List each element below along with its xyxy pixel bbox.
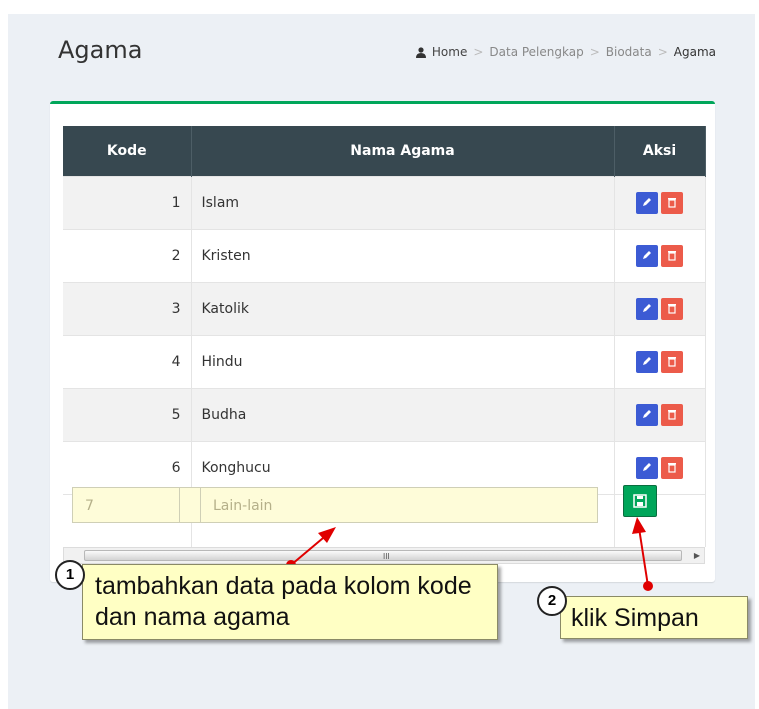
column-header-aksi: Aksi: [614, 126, 706, 177]
table-row: 5 Budha: [63, 388, 706, 442]
step-1-marker: 1: [55, 560, 85, 590]
edit-button[interactable]: [636, 404, 658, 426]
table-row: 1 Islam: [63, 176, 706, 230]
trash-icon: [668, 198, 676, 208]
trash-icon: [668, 251, 676, 261]
horizontal-scrollbar[interactable]: III ▶: [63, 547, 705, 564]
delete-button[interactable]: [661, 457, 683, 479]
callout-step-1-text: tambahkan data pada kolom kode dan nama …: [95, 572, 472, 631]
delete-button[interactable]: [661, 404, 683, 426]
cell-nama-agama: Budha: [191, 388, 615, 442]
table-header-row: Kode Nama Agama Aksi: [63, 126, 706, 177]
trash-icon: [668, 304, 676, 314]
user-icon: [415, 46, 426, 58]
pencil-icon: [643, 463, 651, 471]
pencil-icon: [643, 357, 651, 365]
callout-step-1: tambahkan data pada kolom kode dan nama …: [82, 564, 498, 640]
callout-step-2: klik Simpan: [560, 596, 748, 639]
delete-button[interactable]: [661, 298, 683, 320]
table-row: 3 Katolik: [63, 282, 706, 336]
cell-kode: 3: [63, 282, 192, 336]
cell-aksi: [614, 335, 706, 389]
trash-icon: [668, 357, 676, 367]
cell-kode: 2: [63, 229, 192, 283]
edit-button[interactable]: [636, 457, 658, 479]
edit-button[interactable]: [636, 192, 658, 214]
edit-button[interactable]: [636, 351, 658, 373]
scrollbar-thumb[interactable]: III: [84, 550, 682, 561]
table-row: 2 Kristen: [63, 229, 706, 283]
trash-icon: [668, 410, 676, 420]
breadcrumb-separator: >: [589, 45, 600, 59]
cell-aksi: [614, 388, 706, 442]
column-header-nama-agama: Nama Agama: [191, 126, 615, 177]
cell-kode: 4: [63, 335, 192, 389]
breadcrumb-data-pelengkap[interactable]: Data Pelengkap: [489, 45, 583, 59]
breadcrumb-home[interactable]: Home: [432, 45, 467, 59]
save-button[interactable]: [623, 485, 657, 517]
page-title: Agama: [58, 36, 143, 64]
pencil-icon: [643, 410, 651, 418]
delete-button[interactable]: [661, 245, 683, 267]
breadcrumb-separator: >: [657, 45, 668, 59]
step-2-marker: 2: [537, 586, 567, 616]
cell-aksi: [614, 229, 706, 283]
delete-button[interactable]: [661, 192, 683, 214]
nama-agama-input[interactable]: Lain-lain: [200, 487, 598, 523]
breadcrumb-agama: Agama: [673, 45, 716, 59]
kode-input[interactable]: 7: [72, 487, 180, 523]
input-divider: [180, 487, 200, 523]
scroll-right-arrow-icon[interactable]: ▶: [694, 551, 700, 560]
breadcrumb: Home > Data Pelengkap > Biodata > Agama: [415, 45, 716, 59]
floppy-disk-icon: [633, 494, 647, 508]
cell-kode: 1: [63, 176, 192, 230]
agama-table: Kode Nama Agama Aksi 1 Islam 2 Kristen 3…: [63, 126, 706, 547]
cell-nama-agama: Hindu: [191, 335, 615, 389]
edit-button[interactable]: [636, 298, 658, 320]
edit-button[interactable]: [636, 245, 658, 267]
table-row: 4 Hindu: [63, 335, 706, 389]
cell-aksi: [614, 176, 706, 230]
scrollbar-grip: III: [383, 552, 390, 561]
agama-box: Kode Nama Agama Aksi 1 Islam 2 Kristen 3…: [50, 101, 715, 582]
column-header-kode: Kode: [63, 126, 192, 177]
cell-aksi: [614, 282, 706, 336]
pencil-icon: [643, 251, 651, 259]
trash-icon: [668, 463, 676, 473]
breadcrumb-separator: >: [473, 45, 484, 59]
cell-nama-agama: Kristen: [191, 229, 615, 283]
breadcrumb-biodata[interactable]: Biodata: [606, 45, 652, 59]
cell-nama-agama: Islam: [191, 176, 615, 230]
cell-nama-agama: Katolik: [191, 282, 615, 336]
pencil-icon: [643, 304, 651, 312]
callout-step-2-text: klik Simpan: [571, 604, 699, 632]
pencil-icon: [643, 198, 651, 206]
cell-kode: 5: [63, 388, 192, 442]
delete-button[interactable]: [661, 351, 683, 373]
